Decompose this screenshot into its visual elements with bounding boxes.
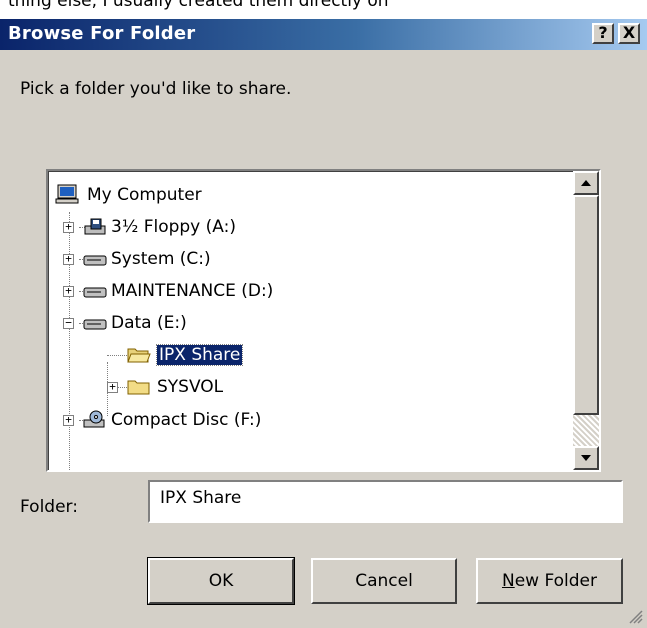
expand-icon[interactable]: +	[63, 285, 74, 297]
tree-item-maintenance[interactable]: + MAINTENANCE (D:)	[63, 278, 363, 308]
cancel-button[interactable]: Cancel	[311, 558, 457, 604]
scroll-track[interactable]	[573, 415, 599, 446]
folder-label: Folder:	[20, 497, 78, 517]
scroll-up-button[interactable]	[573, 171, 599, 195]
title-bar[interactable]: Browse For Folder ? X	[0, 19, 647, 50]
scroll-down-button[interactable]	[573, 446, 599, 470]
tree-item-compact-disc[interactable]: + Compact Disc (F:)	[63, 407, 383, 437]
tree-connector	[107, 355, 127, 357]
dialog-title: Browse For Folder	[8, 23, 196, 44]
folder-tree[interactable]: My Computer + 3½ Floppy (A:) + System (C…	[46, 169, 601, 472]
collapse-icon[interactable]: −	[63, 317, 74, 329]
expand-icon[interactable]: +	[63, 221, 74, 233]
hard-drive-icon	[83, 255, 107, 266]
mnemonic-n: N	[501, 571, 515, 591]
hard-drive-icon	[83, 319, 107, 330]
arrow-down-icon	[581, 455, 591, 461]
tree-item-label: IPX Share	[155, 344, 244, 366]
tree-view: My Computer + 3½ Floppy (A:) + System (C…	[48, 171, 575, 470]
tree-item-my-computer[interactable]: My Computer	[55, 182, 355, 212]
new-folder-button[interactable]: New Folder	[476, 558, 623, 604]
background-window-text: thing else, I usually created them direc…	[0, 0, 647, 19]
expand-icon[interactable]: +	[107, 381, 118, 393]
browse-for-folder-dialog: Browse For Folder ? X Pick a folder you'…	[0, 19, 647, 628]
expand-icon[interactable]: +	[63, 253, 74, 265]
new-folder-label: ew Folder	[514, 571, 598, 591]
arrow-up-icon	[581, 180, 591, 186]
close-button[interactable]: X	[618, 23, 640, 44]
tree-item-label: My Computer	[87, 185, 202, 205]
tree-item-label: System (C:)	[111, 249, 211, 269]
help-button[interactable]: ?	[592, 23, 614, 44]
folder-icon	[127, 380, 150, 395]
tree-item-label: Data (E:)	[111, 313, 187, 333]
tree-item-ipx-share[interactable]: IPX Share	[127, 342, 427, 372]
instruction-text: Pick a folder you'd like to share.	[20, 79, 292, 99]
background-text: thing else, I usually created them direc…	[8, 0, 389, 11]
folder-input[interactable]: IPX Share	[148, 480, 623, 523]
vertical-scrollbar[interactable]	[573, 171, 599, 470]
cd-drive-icon	[83, 410, 105, 428]
tree-item-system[interactable]: + System (C:)	[63, 246, 363, 276]
ok-button[interactable]: OK	[147, 557, 295, 605]
resize-grip-icon[interactable]	[627, 608, 643, 624]
open-folder-icon	[127, 348, 151, 363]
floppy-drive-icon	[84, 218, 106, 235]
hard-drive-icon	[83, 287, 107, 298]
tree-item-data[interactable]: − Data (E:)	[63, 310, 363, 340]
scroll-thumb[interactable]	[573, 195, 599, 415]
expand-icon[interactable]: +	[63, 414, 74, 426]
tree-item-floppy[interactable]: + 3½ Floppy (A:)	[63, 214, 363, 244]
tree-item-sysvol[interactable]: + SYSVOL	[107, 374, 407, 404]
computer-icon	[55, 184, 79, 204]
tree-item-label: 3½ Floppy (A:)	[111, 217, 236, 237]
tree-item-label: MAINTENANCE (D:)	[111, 281, 274, 301]
tree-item-label: Compact Disc (F:)	[111, 410, 262, 430]
tree-item-label: SYSVOL	[157, 377, 224, 397]
